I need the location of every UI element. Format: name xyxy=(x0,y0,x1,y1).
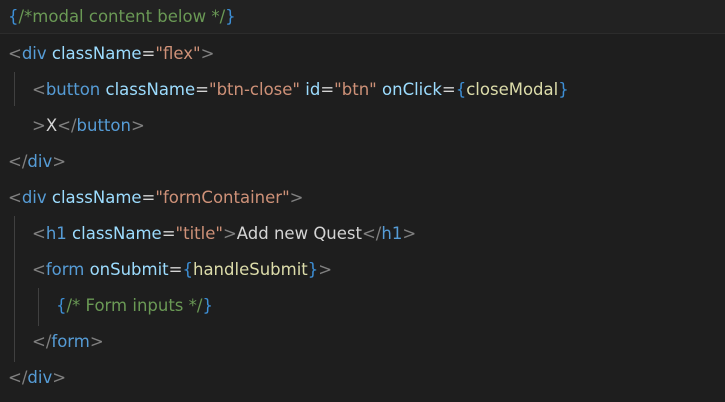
code-token: } xyxy=(558,80,569,99)
code-token: { xyxy=(56,296,67,315)
code-token: < xyxy=(32,224,46,243)
code-line-10[interactable]: </form> xyxy=(0,324,725,360)
code-token: handleSubmit xyxy=(192,260,308,279)
code-line-2[interactable]: <div className="flex"> xyxy=(0,36,725,72)
code-token: } xyxy=(307,260,319,279)
code-token: = xyxy=(441,80,456,99)
code-token: /*modal content below */ xyxy=(18,7,226,26)
code-token: > xyxy=(318,260,333,279)
code-token: < xyxy=(8,188,22,207)
code-token: { xyxy=(182,260,193,279)
code-token: "btn" xyxy=(334,80,377,99)
code-line-7[interactable]: <h1 className="title">Add new Quest</h1> xyxy=(0,216,725,252)
code-token: form xyxy=(51,332,90,351)
code-token: > xyxy=(89,332,104,351)
code-editor[interactable]: {/*modal content below */} <div classNam… xyxy=(0,0,725,402)
code-line-9[interactable]: {/* Form inputs */} xyxy=(0,288,725,324)
code-token: </ xyxy=(57,116,77,135)
code-token: onSubmit xyxy=(89,260,169,279)
code-token: button xyxy=(45,80,101,99)
code-token: "formContainer" xyxy=(155,188,290,207)
code-line-1[interactable]: {/*modal content below */} xyxy=(0,0,725,34)
code-token: = xyxy=(168,260,183,279)
code-token: > xyxy=(402,224,417,243)
code-token: > xyxy=(200,44,215,63)
code-token: X xyxy=(45,116,58,135)
code-token: < xyxy=(32,260,46,279)
code-token: id xyxy=(305,80,321,99)
code-line-5[interactable]: </div> xyxy=(0,144,725,180)
code-token: button xyxy=(76,116,131,135)
code-token: </ xyxy=(8,152,28,171)
code-token: < xyxy=(32,80,46,99)
code-token: } xyxy=(225,7,236,26)
code-token: closeModal xyxy=(466,80,559,99)
code-token: "btn-close" xyxy=(208,80,301,99)
code-token: "title" xyxy=(175,224,223,243)
code-token: div xyxy=(27,368,53,387)
code-token: </ xyxy=(8,368,28,387)
code-token: className xyxy=(51,44,142,63)
code-line-4[interactable]: >X</button> xyxy=(0,108,725,144)
code-token: div xyxy=(27,152,53,171)
code-token: div xyxy=(21,188,47,207)
code-line-8[interactable]: <form onSubmit={handleSubmit}> xyxy=(0,252,725,288)
code-token: < xyxy=(8,44,22,63)
code-token: Add new Quest xyxy=(236,224,362,243)
code-line-3[interactable]: <button className="btn-close" id="btn" o… xyxy=(0,72,725,108)
code-token: form xyxy=(45,260,85,279)
code-token: = xyxy=(195,80,209,99)
code-token: className xyxy=(72,224,162,243)
code-token: > xyxy=(52,368,67,387)
code-token: > xyxy=(130,116,145,135)
code-token: > xyxy=(52,152,67,171)
code-token: className xyxy=(51,188,142,207)
code-token: h1 xyxy=(45,224,67,243)
code-token: = xyxy=(141,44,156,63)
code-token: > xyxy=(222,224,237,243)
code-token: > xyxy=(32,116,46,135)
code-token: /* Form inputs */ xyxy=(66,296,203,315)
code-token: { xyxy=(8,7,19,26)
code-token: = xyxy=(141,188,156,207)
code-token: = xyxy=(320,80,335,99)
code-token: = xyxy=(161,224,176,243)
code-line-6[interactable]: <div className="formContainer"> xyxy=(0,180,725,216)
code-token: div xyxy=(21,44,47,63)
code-token: "flex" xyxy=(155,44,201,63)
code-token: { xyxy=(455,80,467,99)
code-token: className xyxy=(105,80,196,99)
code-token: </ xyxy=(32,332,52,351)
code-token: h1 xyxy=(381,224,403,243)
code-token: onClick xyxy=(382,80,442,99)
code-token: > xyxy=(289,188,304,207)
code-line-11[interactable]: </div> xyxy=(0,360,725,396)
code-token: } xyxy=(202,296,213,315)
code-token: </ xyxy=(361,224,382,243)
